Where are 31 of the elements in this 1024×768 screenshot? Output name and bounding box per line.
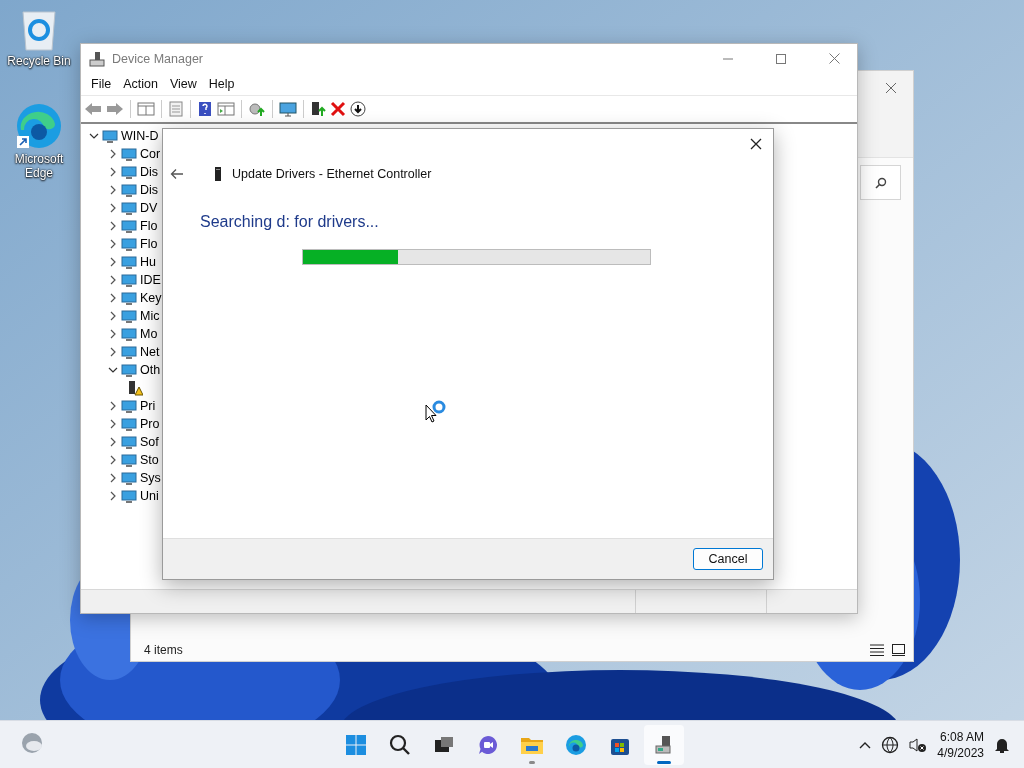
clock-time[interactable]: 6:08 AM (939, 729, 984, 745)
tree-item[interactable]: Mo (140, 327, 158, 341)
tree-item[interactable]: Pro (140, 417, 160, 431)
tree-item[interactable]: Pri (140, 399, 156, 413)
tree-item[interactable]: Hu (140, 255, 156, 269)
dialog-title: Update Drivers - Ethernet Controller (232, 167, 432, 181)
tree-item[interactable]: Sof (140, 435, 159, 449)
status-text: 4 items (144, 643, 183, 657)
tree-item[interactable]: Uni (140, 489, 159, 503)
menu-item[interactable]: View (163, 75, 203, 93)
tree-item[interactable]: DV (140, 201, 158, 215)
window-title: Device Manager (112, 51, 204, 66)
tree-item[interactable]: Key (140, 291, 162, 305)
tree-item[interactable]: Oth (140, 363, 161, 377)
tree-item[interactable]: WIN-D (121, 129, 159, 143)
menu-item[interactable]: Help (202, 75, 241, 93)
tree-item[interactable]: Sys (140, 471, 161, 485)
tree-item[interactable]: Cor (140, 147, 161, 161)
status-message: Searching d: for drivers... (200, 213, 380, 231)
tree-item[interactable]: Dis (140, 183, 159, 197)
menu-item[interactable]: Action (117, 75, 164, 93)
tree-item[interactable]: IDE (140, 273, 161, 287)
tree-item[interactable]: Dis (140, 165, 159, 179)
tree-item[interactable]: Sto (140, 453, 159, 467)
tree-item[interactable]: Mic (140, 309, 160, 323)
tree-item[interactable]: Flo (140, 219, 158, 233)
tree-item[interactable]: Flo (140, 237, 158, 251)
tree-item[interactable]: Net (140, 345, 160, 359)
cancel-button[interactable]: Cancel (693, 548, 763, 570)
clock-date[interactable]: 4/9/2023 (937, 745, 984, 761)
menu-item[interactable]: File (85, 75, 118, 93)
